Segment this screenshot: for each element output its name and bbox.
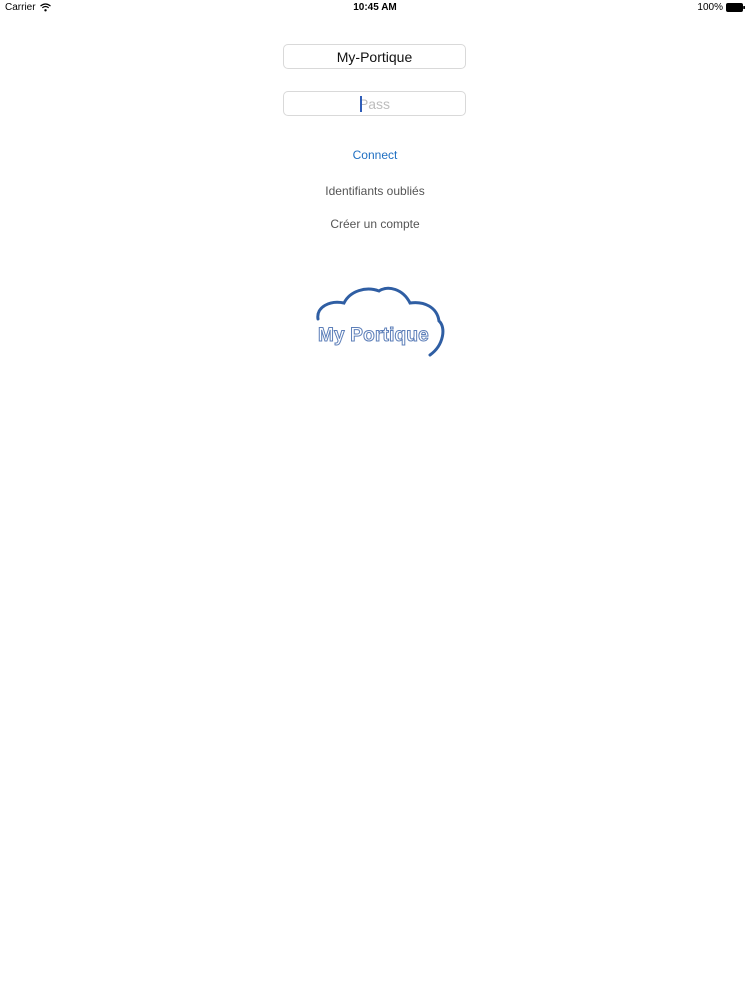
status-time: 10:45 AM [353,2,397,13]
password-placeholder: Pass [358,95,391,112]
cloud-logo-icon [316,286,445,357]
logo-text: My Portique [318,325,430,347]
forgot-credentials-link[interactable]: Identifiants oubliés [0,184,750,198]
text-cursor [360,96,362,112]
create-account-link[interactable]: Créer un compte [0,217,750,231]
connect-button[interactable]: Connect [0,148,750,162]
app-logo: My Portique [310,283,450,363]
status-right: 100% [697,2,746,13]
battery-percent: 100% [697,2,723,13]
username-value: My-Portique [336,48,413,65]
status-bar: Carrier 10:45 AM 100% [0,0,750,16]
battery-icon [726,3,746,12]
password-field[interactable]: Pass [283,91,466,116]
username-field[interactable]: My-Portique [283,44,466,69]
